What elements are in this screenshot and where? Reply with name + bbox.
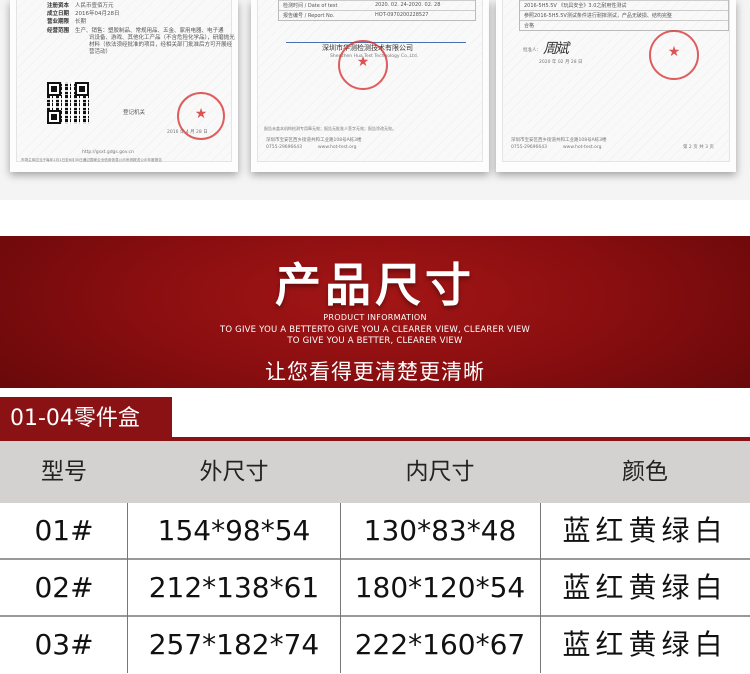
test-detail-certificate: 2016-5H5.5V 《玩具安全》3.0之耐用性测试 参照2016-5H5.5… <box>496 0 736 172</box>
column-divider <box>127 503 128 673</box>
detail-web: www.hot-test.org <box>563 145 602 150</box>
cell-inner-size: 130*83*48 <box>363 514 517 547</box>
cell-model: 02# <box>34 571 94 604</box>
test-seal-icon <box>338 40 388 90</box>
qr-code-icon <box>47 82 89 124</box>
license-scope-line: 材料（依法须经批准的项目，经相关部门批准后方可开展经 <box>89 42 233 48</box>
test-seal-icon <box>649 30 699 80</box>
report-note: 报告未盖本机构检测专用章无效；报告无批准人签字无效；报告涂改无效。 <box>264 126 396 131</box>
license-field: 经营范围 生产、销售：塑胶制品、常规用品、五金、家用电器、电子通 <box>47 28 224 34</box>
cell-inner-size: 222*160*67 <box>354 628 526 661</box>
license-field: 注册资本 人民币壹佰万元 <box>47 3 114 9</box>
header-outer-size: 外尺寸 <box>199 459 269 485</box>
banner-tagline: 让您看得更清楚更清晰 <box>265 360 485 384</box>
detail-address: 深圳市宝安区西乡街道共和工业路108号A栋3楼 <box>511 138 607 143</box>
detail-row: 参照2016-5H5.5V测试条件进行耐摔测试，产品无破损、结构完整 <box>520 10 728 20</box>
license-scope-line: 营活动） <box>89 49 112 55</box>
report-address: 深圳市宝安区西乡街道共和工业路108号A栋3楼 <box>266 138 362 143</box>
cell-outer-size: 212*138*61 <box>148 571 320 604</box>
cell-model: 03# <box>34 628 94 661</box>
banner-line-2: TO GIVE YOU A BETTER, CLEARER VIEW <box>287 336 463 346</box>
cell-colors: 蓝红黄绿白 <box>562 514 728 547</box>
cell-colors: 蓝红黄绿白 <box>562 628 728 661</box>
table-row: 03# 257*182*74 222*160*67 蓝红黄绿白 <box>0 617 750 674</box>
registration-authority: 登记机关 <box>123 110 146 116</box>
header-color: 颜色 <box>622 459 668 485</box>
signature: 周斌 <box>543 41 569 57</box>
report-row: 报告编号 / Report No. HOT-0970200228527 <box>279 10 475 20</box>
table-row: 01# 154*98*54 130*83*48 蓝红黄绿白 <box>0 503 750 560</box>
report-phone: 0755-29696643 <box>266 145 302 150</box>
test-report-certificate: 检测时间 / Date of test 2020. 02. 24-2020. 0… <box>251 0 489 172</box>
detail-table: 2016-5H5.5V 《玩具安全》3.0之耐用性测试 参照2016-5H5.5… <box>519 0 729 31</box>
header-model: 型号 <box>41 459 87 485</box>
banner-line-1: TO GIVE YOU A BETTERTO GIVE YOU A CLEARE… <box>219 325 531 335</box>
cell-model: 01# <box>34 514 94 547</box>
license-footer: 市场主体应当于每年1月1日至6月30日通过国家企业信用信息公示系统报送公示年度报… <box>21 158 162 162</box>
license-field: 营业期限 长期 <box>47 19 87 25</box>
business-license-certificate: 注册资本 人民币壹佰万元 成立日期 2016年04月28日 营业期限 长期 经营范围生… <box>10 0 238 172</box>
banner-title: 产品尺寸 <box>275 258 475 312</box>
cell-outer-size: 154*98*54 <box>157 514 311 547</box>
detail-row: 2016-5H5.5V 《玩具安全》3.0之耐用性测试 <box>520 0 728 10</box>
product-size-banner: 产品尺寸 PRODUCT INFORMATION TO GIVE YOU A B… <box>0 236 750 388</box>
cell-colors: 蓝红黄绿白 <box>562 571 728 604</box>
section-label: 01-04零件盒 <box>0 397 172 441</box>
license-field: 成立日期 2016年04月28日 <box>47 11 120 17</box>
detail-page: 第 2 页 共 3 页 <box>683 145 714 150</box>
license-url: http://gsxt.gdgs.gov.cn <box>82 150 134 155</box>
report-web: www.hot-test.org <box>318 145 357 150</box>
table-row: 02# 212*138*61 180*120*54 蓝红黄绿白 <box>0 560 750 617</box>
certificates-strip: 注册资本 人民币壹佰万元 成立日期 2016年04月28日 营业期限 长期 经营范围生… <box>0 0 750 200</box>
banner-subtitle: PRODUCT INFORMATION <box>323 313 427 322</box>
detail-date: 2020 年 02 月 28 日 <box>539 60 583 65</box>
license-date: 2016 年 4 月 28 日 <box>167 130 208 135</box>
cell-outer-size: 257*182*74 <box>148 628 320 661</box>
certificate-paper: 检测时间 / Date of test 2020. 02. 24-2020. 0… <box>257 0 483 162</box>
detail-phone: 0755-29696643 <box>511 145 547 150</box>
column-divider <box>340 503 341 673</box>
signer-label: 批准人： <box>523 48 541 53</box>
report-info-table: 检测时间 / Date of test 2020. 02. 24-2020. 0… <box>278 0 476 21</box>
report-row: 检测时间 / Date of test 2020. 02. 24-2020. 0… <box>279 0 475 10</box>
column-divider <box>540 503 541 673</box>
certificate-paper: 2016-5H5.5V 《玩具安全》3.0之耐用性测试 参照2016-5H5.5… <box>502 0 730 162</box>
header-inner-size: 内尺寸 <box>405 459 475 485</box>
table-header: 型号 外尺寸 内尺寸 颜色 <box>0 441 750 503</box>
cell-inner-size: 180*120*54 <box>354 571 526 604</box>
detail-row: 合格 <box>520 20 728 30</box>
license-scope-line: 讯设备、游戏、其他化工产品（不含危险化学品），研磨抛光 <box>89 35 235 41</box>
certificate-paper: 注册资本 人民币壹佰万元 成立日期 2016年04月28日 营业期限 长期 经营范围生… <box>16 0 235 162</box>
